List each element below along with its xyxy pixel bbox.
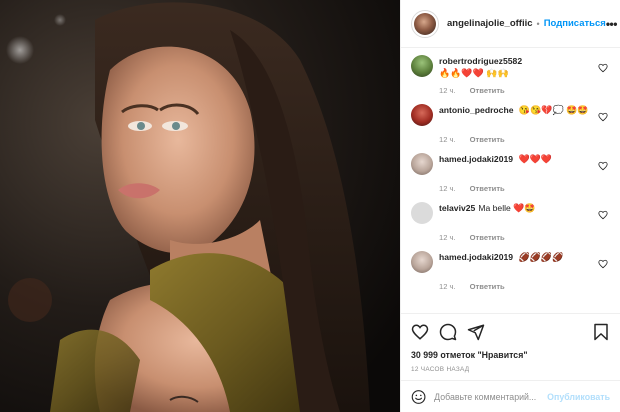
separator-dot: •	[536, 18, 540, 29]
author-username[interactable]: angelinajolie_offiic	[447, 18, 533, 29]
heart-icon[interactable]	[411, 323, 429, 341]
commenter-avatar[interactable]	[411, 251, 433, 273]
smile-icon[interactable]	[411, 388, 426, 406]
comment-emoji: 😘😘💔💭 🤩🤩	[518, 105, 589, 115]
commenter-avatar[interactable]	[411, 55, 433, 77]
comment-item: antonio_pedroche 😘😘💔💭 🤩🤩 12 ч. Ответить	[401, 98, 620, 147]
comment-icon[interactable]	[439, 323, 457, 341]
comment-heart-icon[interactable]	[598, 210, 608, 220]
comment-item: robertrodriguez5582 🔥🔥❤️❤️ 🙌🙌 12 ч. Ответ…	[401, 49, 620, 98]
commenter-avatar[interactable]	[411, 153, 433, 175]
comment-username[interactable]: antonio_pedroche	[439, 105, 514, 115]
comment-emoji: ❤️🤩	[513, 203, 536, 213]
add-comment-bar: Опубликовать	[401, 380, 620, 412]
author-avatar[interactable]	[411, 9, 439, 38]
post-photo-illustration	[0, 0, 400, 412]
comment-time: 12 ч.	[439, 135, 456, 144]
reply-button[interactable]: Ответить	[470, 184, 505, 193]
commenter-avatar[interactable]	[411, 104, 433, 126]
comment-username[interactable]: hamed.jodaki2019	[439, 154, 513, 164]
reply-button[interactable]: Ответить	[470, 233, 505, 242]
comments-list[interactable]: robertrodriguez5582 🔥🔥❤️❤️ 🙌🙌 12 ч. Ответ…	[401, 49, 620, 311]
comment-username[interactable]: robertrodriguez5582	[439, 56, 522, 66]
comment-item: telaviv25 Ma belle ❤️🤩 12 ч. Ответить	[401, 196, 620, 245]
comment-time: 12 ч.	[439, 86, 456, 95]
follow-button[interactable]: Подписаться	[544, 18, 606, 29]
post-side-panel: angelinajolie_offiic • Подписаться ••• r…	[400, 0, 620, 412]
bookmark-icon[interactable]	[592, 323, 610, 341]
comment-heart-icon[interactable]	[598, 112, 608, 122]
comment-item: hamed.jodaki2019 ❤️❤️❤️ 12 ч. Ответить	[401, 147, 620, 196]
publish-button[interactable]: Опубликовать	[547, 392, 610, 402]
more-icon[interactable]: •••	[606, 17, 618, 31]
comment-username[interactable]: telaviv25	[439, 203, 475, 213]
post-time[interactable]: 12 ЧАСОВ НАЗАД	[411, 366, 610, 373]
post-header: angelinajolie_offiic • Подписаться •••	[401, 0, 620, 48]
comment-text: Ma belle	[478, 203, 511, 213]
comment-username[interactable]: hamed.jodaki2019	[439, 252, 513, 262]
comment-time: 12 ч.	[439, 282, 456, 291]
post-photo[interactable]	[0, 0, 400, 412]
comment-heart-icon[interactable]	[598, 63, 608, 73]
commenter-avatar[interactable]	[411, 202, 433, 224]
comment-time: 12 ч.	[439, 184, 456, 193]
share-icon[interactable]	[467, 323, 485, 341]
comment-time: 12 ч.	[439, 233, 456, 242]
reply-button[interactable]: Ответить	[470, 282, 505, 291]
comment-emoji: 🏈🏈🏈🏈	[518, 252, 564, 262]
comment-emoji: ❤️❤️❤️	[518, 154, 553, 164]
comment-heart-icon[interactable]	[598, 161, 608, 171]
reply-button[interactable]: Ответить	[470, 135, 505, 144]
reply-button[interactable]: Ответить	[470, 86, 505, 95]
comment-emoji: 🔥🔥❤️❤️ 🙌🙌	[439, 68, 509, 78]
comment-item: hamed.jodaki2019 🏈🏈🏈🏈 12 ч. Ответить	[401, 245, 620, 294]
post-actions: 30 999 отметок "Нравится" 12 ЧАСОВ НАЗАД	[401, 313, 620, 373]
post-modal: angelinajolie_offiic • Подписаться ••• r…	[0, 0, 620, 412]
comment-input[interactable]	[434, 391, 548, 402]
likes-count[interactable]: 30 999 отметок "Нравится"	[411, 350, 610, 360]
comment-heart-icon[interactable]	[598, 259, 608, 269]
